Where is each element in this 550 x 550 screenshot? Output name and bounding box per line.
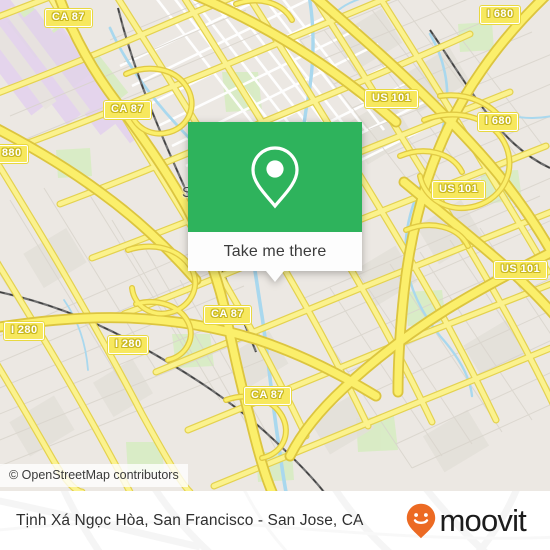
map-attribution[interactable]: © OpenStreetMap contributors [0,464,188,487]
road-shield: I 880 [0,144,30,164]
road-shield: CA 87 [103,100,152,120]
road-shield: I 280 [2,321,46,341]
take-me-there-button[interactable]: Take me there [188,232,362,271]
location-title: Tịnh Xá Ngọc Hòa, San Francisco - San Jo… [16,511,364,529]
popup-header [188,122,362,232]
map-screenshot: S CA 87CA 87I 880US 101I 680I 680US 101U… [0,0,550,550]
footer-bar: Tịnh Xá Ngọc Hòa, San Francisco - San Jo… [0,491,550,550]
moovit-brand-logo[interactable]: moovit [406,503,536,539]
road-shield: US 101 [492,260,549,280]
road-shield: CA 87 [44,8,93,28]
road-shield: US 101 [363,89,420,109]
popup-pointer [266,271,284,282]
road-shield: CA 87 [203,305,252,325]
road-shield: I 680 [476,112,520,132]
moovit-smiley-pin-icon [406,503,436,539]
location-popup-card[interactable]: Take me there [188,122,362,282]
road-shield: I 280 [106,335,150,355]
road-shield: CA 87 [243,386,292,406]
road-shield: I 680 [478,5,522,25]
take-me-there-label: Take me there [223,242,327,260]
map-pin-icon [249,145,301,209]
road-shield: US 101 [430,180,487,200]
map-viewport[interactable]: S CA 87CA 87I 880US 101I 680I 680US 101U… [0,0,550,491]
moovit-wordmark: moovit [439,503,526,538]
